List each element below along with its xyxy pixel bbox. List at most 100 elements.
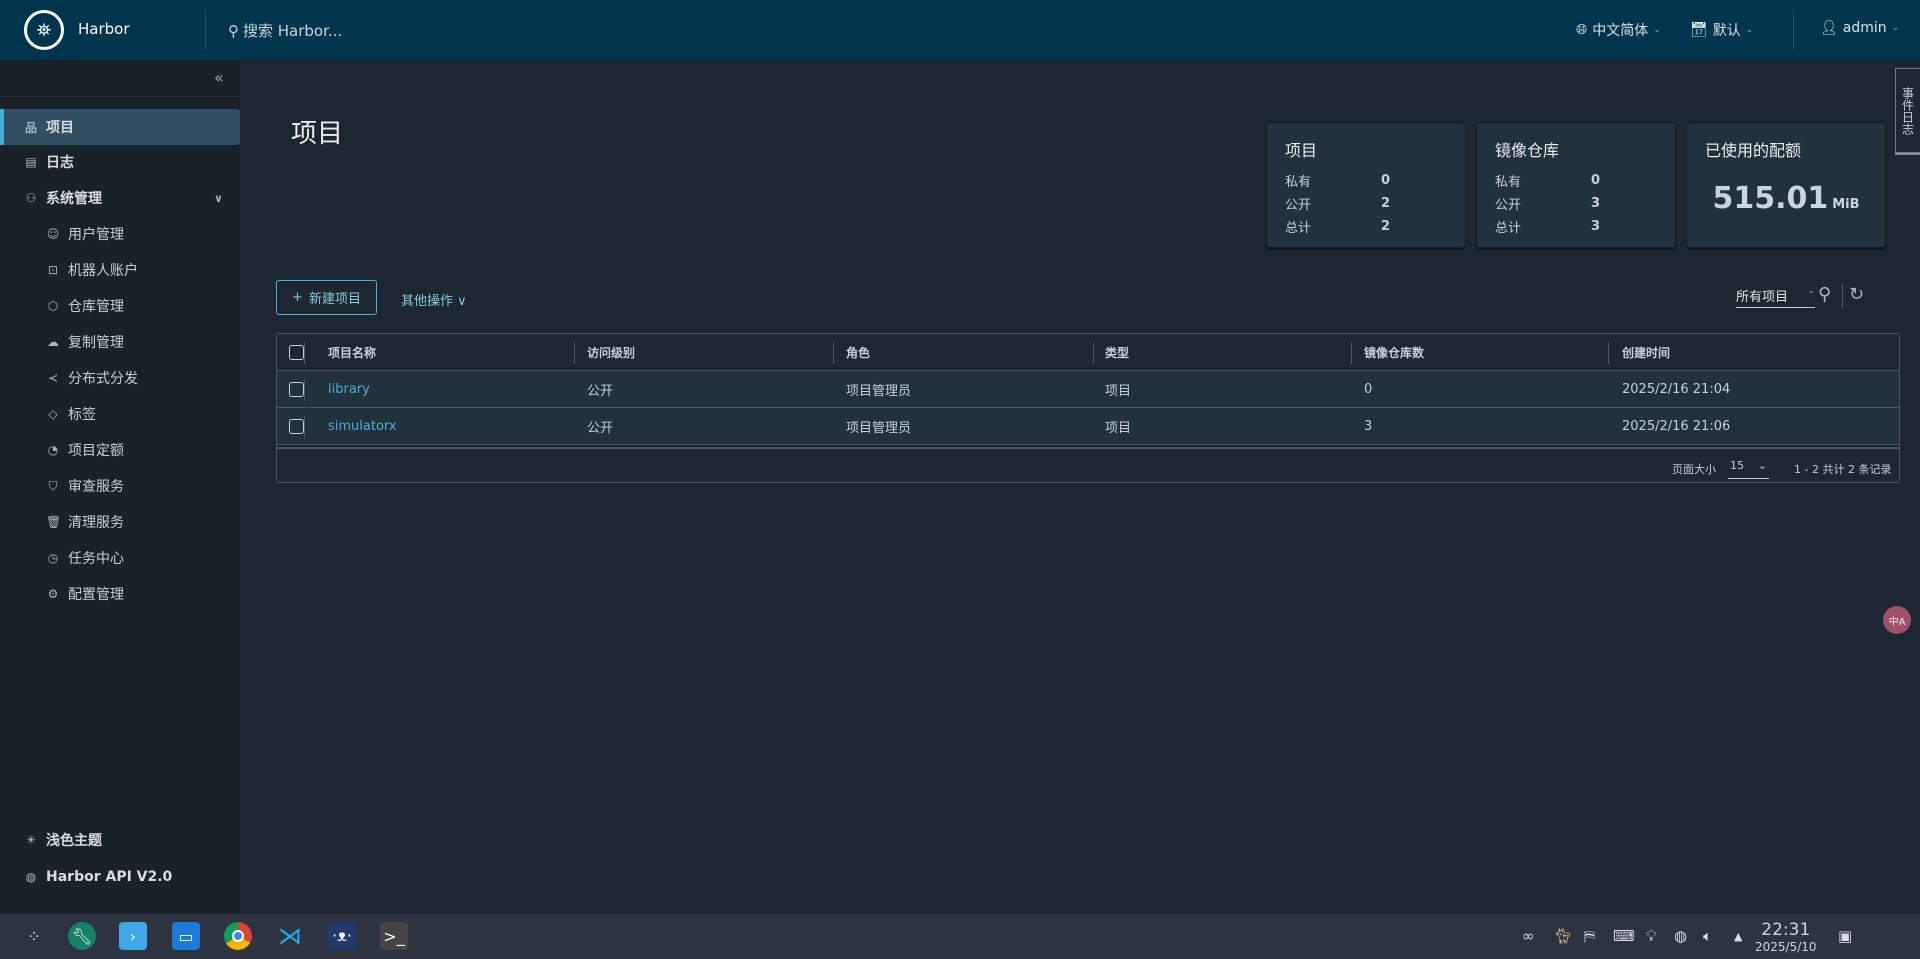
creation-time: 2025/2/16 21:06 [1622,418,1731,434]
column-header[interactable]: 创建时间 [1622,334,1670,370]
select-all-checkbox[interactable] [289,345,304,360]
search-icon[interactable]: ⚲ [1818,284,1831,305]
chrome-icon[interactable] [224,922,252,950]
search-input[interactable]: ⚲ 搜索 Harbor... [228,20,342,41]
project-filter-select[interactable]: 所有项目 ⌄ [1736,286,1815,308]
divider [1793,10,1794,50]
keyboard-tray-icon[interactable]: ⌨ [1613,927,1635,945]
label: 分布式分发 [68,371,138,387]
role: 项目管理员 [846,383,912,399]
page-size-value: 15 [1730,459,1744,472]
access-level: 公开 [587,383,614,399]
language-dropdown[interactable]: 🌐︎ 中文简体 ⌄ [1576,20,1661,40]
sidebar-item-robots[interactable]: ⊡ 机器人账户 [0,252,240,288]
time: 22:31 [1761,920,1811,940]
vscode-icon[interactable]: ⋊ [276,922,304,950]
chevron-down-icon: ⌄ [1653,25,1661,35]
project-name-link[interactable]: simulatorx [328,408,397,444]
show-desktop-icon[interactable]: ▣ [1838,927,1852,945]
table-header: 项目名称 访问级别 角色 类型 镜像仓库数 创建时间 [277,334,1899,371]
stat-value: 0 [1591,173,1601,188]
refresh-icon[interactable]: ↻ [1849,284,1864,305]
stat-label: 公开 [1495,198,1522,213]
project-name-link[interactable]: library [328,371,370,407]
type: 项目 [1105,383,1132,399]
search-icon: ⚲ [228,21,239,40]
event-log-tab[interactable]: 事件日志 [1895,68,1920,153]
label: 用户管理 [68,227,124,243]
label: 仓库管理 [68,299,124,315]
sidebar-item-config[interactable]: ⚙ 配置管理 [0,576,240,612]
row-checkbox[interactable] [289,419,304,434]
pagination-summary: 1 - 2 共计 2 条记录 [1794,463,1892,476]
clock[interactable]: 22:31 2025/5/10 [1755,920,1817,954]
other-actions-dropdown[interactable]: 其他操作 ∨ [401,290,467,309]
theme-toggle[interactable]: ☀ 浅色主题 [0,822,240,858]
stat-label: 公开 [1285,198,1312,213]
sidebar-item-interrogation[interactable]: ⛉ 审查服务 [0,468,240,504]
sidebar-item-users[interactable]: ☺ 用户管理 [0,216,240,252]
label: Harbor API V2.0 [46,869,173,885]
label: 项目 [46,120,74,136]
sidebar-item-admin[interactable]: ⚇ 系统管理 ∨ [0,180,240,216]
stat-label: 总计 [1285,221,1312,236]
label: 复制管理 [68,335,124,351]
sidebar-item-registries[interactable]: ⬡ 仓库管理 [0,288,240,324]
label: 系统管理 [46,191,102,207]
datetime-format-label: 默认 [1712,23,1741,39]
access-level: 公开 [587,420,614,436]
chevron-down-icon: ⌄ [1891,23,1900,33]
sidebar-item-replication[interactable]: ☁ 复制管理 [0,324,240,360]
sidebar-item-logs[interactable]: ▤ 日志 [0,144,240,180]
chevron-down-icon: ⌄ [1757,459,1767,472]
column-header[interactable]: 类型 [1105,334,1129,370]
stat-label: 总计 [1495,221,1522,236]
users-icon: ☺ [46,227,60,241]
chevron-down-icon: ⌄ [1807,286,1815,296]
tray-expand-icon[interactable]: ▲ [1734,930,1742,943]
terminal-icon[interactable]: >_ [380,922,408,950]
repo-count: 0 [1364,381,1373,397]
collapse-sidebar-icon[interactable]: « [214,68,224,87]
robot-icon: ⊡ [47,263,59,277]
shield-icon: ⛉ [48,478,58,493]
taskbar: ⁘ 🔧︎ › ▭ ⋊ ·ᴥ· >_ ∞ 🐈︎ ⛿ ⌨ 💡︎ ◍ 🔈︎ ▲ 22:… [0,914,1920,959]
column-header[interactable]: 访问级别 [587,334,635,370]
cloud-icon: ☁ [47,335,59,349]
app-store-icon[interactable]: › [119,922,147,950]
page-size-select[interactable]: 15 ⌄ [1728,459,1769,479]
bulb-tray-icon[interactable]: 💡︎ [1646,927,1657,945]
column-header[interactable]: 角色 [846,334,870,370]
settings-app-icon[interactable]: 🔧︎ [68,922,96,950]
api-link[interactable]: ◍ Harbor API V2.0 [0,859,240,895]
sidebar-item-jobs[interactable]: ◷ 任务中心 [0,540,240,576]
cat-tray-icon[interactable]: 🐈︎ [1553,927,1572,945]
file-manager-icon[interactable]: ▭ [172,922,200,950]
repo-count: 3 [1364,418,1373,434]
column-header[interactable]: 项目名称 [328,334,376,370]
new-project-button[interactable]: + 新建项目 [276,280,377,315]
harbor-logo[interactable]: ⛯ [24,10,64,50]
row-checkbox[interactable] [289,382,304,397]
sidebar-item-labels[interactable]: ◇ 标签 [0,396,240,432]
sidebar-item-quotas[interactable]: ◔ 项目定额 [0,432,240,468]
column-header[interactable]: 镜像仓库数 [1364,334,1424,370]
brand-name[interactable]: Harbor [78,20,130,38]
datetime-format-dropdown[interactable]: 📅︎ 默认 ⌄ [1690,20,1753,40]
user-icon: 👤︎ [1820,20,1838,36]
bookmark-tray-icon[interactable]: ⛿ [1584,927,1595,945]
volume-tray-icon[interactable]: 🔈︎ [1703,927,1712,945]
stat-value: 2 [1381,219,1391,234]
card-title: 已使用的配额 [1705,141,1802,160]
sidebar-item-distribution[interactable]: ≺ 分布式分发 [0,360,240,396]
page-title: 项目 [291,119,344,149]
sidebar-item-gc[interactable]: 🗑︎ 清理服务 [0,504,240,540]
network-tray-icon[interactable]: ∞ [1522,927,1535,945]
translate-button[interactable]: 中A [1883,606,1911,634]
cat-app-icon[interactable]: ·ᴥ· [328,922,356,950]
sidebar-item-projects[interactable]: 品项目 [0,109,240,145]
user-menu[interactable]: 👤︎ admin ⌄ [1820,20,1899,36]
launcher-icon[interactable]: ⁘ [20,922,48,950]
globe-tray-icon[interactable]: ◍ [1674,927,1687,945]
projects-icon: 品 [24,120,37,135]
